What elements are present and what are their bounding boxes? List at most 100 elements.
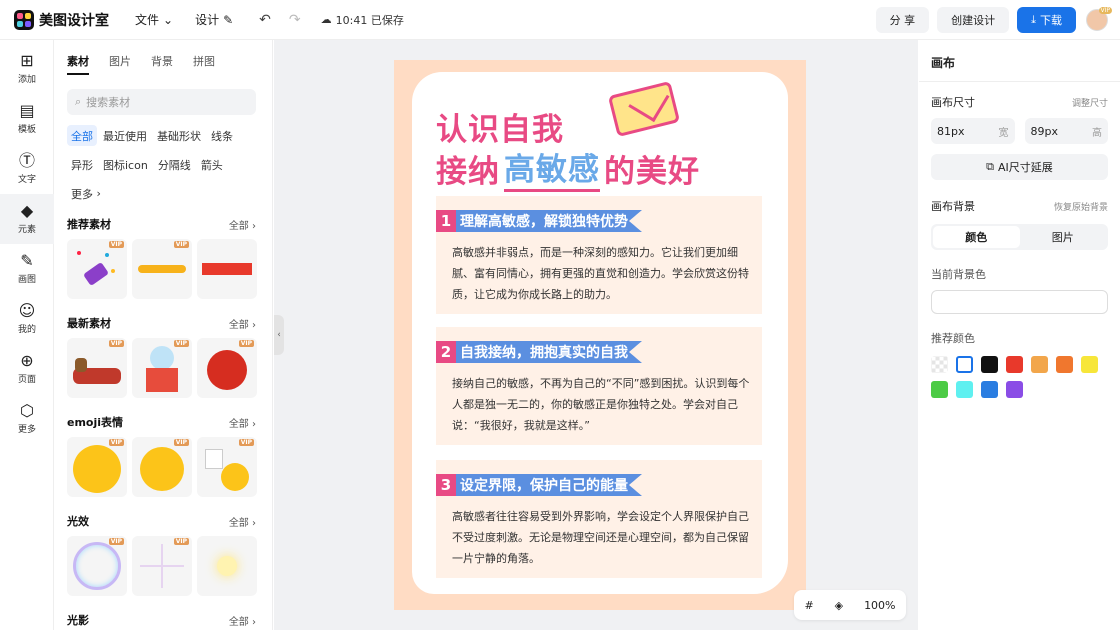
- artboard[interactable]: 认识自我 接纳 高敏感 的美好 1 理解高敏感，解锁独特优势 高敏感并非弱点，而…: [394, 60, 806, 610]
- current-bg-color-field[interactable]: [931, 290, 1108, 314]
- section-title: 光效: [67, 515, 89, 528]
- download-button[interactable]: ⤓ 下载: [1017, 7, 1076, 33]
- glow-thumb[interactable]: [197, 536, 257, 596]
- chip-all[interactable]: 全部: [67, 125, 97, 146]
- file-menu[interactable]: 文件 ⌄: [135, 11, 173, 28]
- collapse-panel-handle[interactable]: ‹: [274, 315, 284, 355]
- red-bar-thumb[interactable]: [197, 239, 257, 299]
- rail-label: 页面: [17, 375, 36, 385]
- section-heading: 2 自我接纳，拥抱真实的自我: [436, 341, 642, 363]
- undo-icon[interactable]: ↶: [259, 12, 271, 28]
- search-input[interactable]: ⌕ 搜索素材: [67, 89, 256, 115]
- color-swatch[interactable]: [1031, 356, 1048, 373]
- poster-title-line1[interactable]: 认识自我: [436, 104, 564, 149]
- avatar[interactable]: VIP: [1086, 7, 1112, 31]
- chip-lines[interactable]: 线条: [207, 125, 237, 146]
- color-swatch[interactable]: [1006, 381, 1023, 398]
- thinking-emoji-thumb[interactable]: VIP: [132, 437, 192, 497]
- app-logo[interactable]: 美图设计室: [14, 9, 109, 30]
- rail-draw[interactable]: ✎ 画图: [0, 244, 54, 294]
- color-swatch[interactable]: [931, 381, 948, 398]
- section-title: emoji表情: [67, 416, 124, 429]
- chip-recent[interactable]: 最近使用: [99, 125, 151, 146]
- snow-globe-gift-thumb[interactable]: VIP: [132, 338, 192, 398]
- tab-images[interactable]: 图片: [109, 53, 131, 75]
- chip-more[interactable]: 更多 ›: [67, 183, 105, 204]
- chip-irregular[interactable]: 异形: [67, 154, 97, 175]
- see-all-link[interactable]: 全部 ›: [229, 217, 256, 232]
- apple-thumb[interactable]: VIP: [197, 338, 257, 398]
- search-placeholder: 搜索素材: [86, 96, 131, 109]
- bubble-thumb[interactable]: VIP: [67, 536, 127, 596]
- sparkle-thumb[interactable]: VIP: [132, 536, 192, 596]
- width-unit: 宽: [998, 127, 1009, 139]
- vip-badge: VIP: [173, 340, 189, 347]
- color-swatch[interactable]: [981, 381, 998, 398]
- chevron-down-icon: ⌄: [163, 12, 174, 27]
- width-input[interactable]: 81px 宽: [931, 118, 1015, 144]
- section-title: 光影: [67, 614, 89, 627]
- create-design-button[interactable]: 创建设计: [937, 7, 1010, 33]
- shocked-emoji-thumb[interactable]: VIP: [67, 437, 127, 497]
- ai-extend-button[interactable]: ⧉ AI尺寸延展: [931, 154, 1108, 180]
- color-swatch[interactable]: [1081, 356, 1098, 373]
- color-swatch[interactable]: [931, 356, 948, 373]
- section-body: 高敏感并非弱点，而是一种深刻的感知力。它让我们更加细腻、富有同情心，拥有更强的直…: [452, 246, 749, 301]
- chip-dividers[interactable]: 分隔线: [154, 154, 195, 175]
- height-input[interactable]: 89px 高: [1024, 118, 1108, 144]
- design-menu[interactable]: 设计 ✎: [195, 11, 233, 28]
- rail-template[interactable]: ▤ 模板: [0, 94, 54, 144]
- vip-badge: VIP: [173, 241, 189, 248]
- share-button[interactable]: 分 享: [875, 7, 930, 33]
- color-swatch[interactable]: [956, 356, 973, 373]
- vip-badge: VIP: [238, 439, 254, 446]
- tab-materials[interactable]: 素材: [67, 53, 89, 75]
- color-swatch[interactable]: [956, 381, 973, 398]
- redo-icon[interactable]: ↷: [289, 12, 301, 28]
- rail-mine[interactable]: ☺ 我的: [0, 294, 54, 344]
- see-all-link[interactable]: 全部 ›: [229, 316, 256, 331]
- rail-label: 文字: [17, 175, 36, 185]
- rail-page[interactable]: ⊕ 页面: [0, 344, 54, 394]
- vip-badge: VIP: [108, 340, 124, 347]
- color-swatch[interactable]: [1006, 356, 1023, 373]
- poster-title-line2[interactable]: 接纳 高敏感 的美好: [436, 144, 700, 192]
- save-status: ☁ 10:41 已保存: [321, 12, 404, 28]
- tab-color[interactable]: 颜色: [933, 226, 1020, 248]
- grid-icon[interactable]: #: [804, 599, 813, 612]
- rail-add[interactable]: ⊞ 添加: [0, 44, 54, 94]
- chip-basic-shapes[interactable]: 基础形状: [153, 125, 205, 146]
- zoom-level[interactable]: 100%: [864, 599, 895, 612]
- rail-more[interactable]: ⬡ 更多: [0, 394, 54, 444]
- rail-text[interactable]: Ⓣ 文字: [0, 144, 54, 194]
- yellow-stroke-thumb[interactable]: VIP: [132, 239, 192, 299]
- rail-label: 元素: [17, 225, 36, 235]
- vip-badge: VIP: [108, 538, 124, 545]
- tab-image[interactable]: 图片: [1020, 226, 1107, 248]
- section-card-2[interactable]: 2 自我接纳，拥抱真实的自我 接纳自己的敏感，不再为自己的“不同”感到困扰。认识…: [436, 327, 762, 445]
- section-card-1[interactable]: 1 理解高敏感，解锁独特优势 高敏感并非弱点，而是一种深刻的感知力。它让我们更加…: [436, 196, 762, 314]
- light-thumbs: VIP VIP: [67, 536, 272, 596]
- see-all-link[interactable]: 全部 ›: [229, 613, 256, 628]
- color-swatch[interactable]: [981, 356, 998, 373]
- checklist-emoji-thumb[interactable]: VIP: [197, 437, 257, 497]
- size-inputs: 81px 宽 89px 高: [931, 118, 1108, 144]
- tab-backgrounds[interactable]: 背景: [151, 53, 173, 75]
- canvas-area[interactable]: ‹ 认识自我 接纳 高敏感 的美好 1 理解高敏感，解锁独特优势 高敏感并非弱点…: [274, 40, 918, 630]
- layers-icon[interactable]: ◈: [835, 599, 843, 612]
- tab-collage[interactable]: 拼图: [193, 53, 215, 75]
- restore-bg-link[interactable]: 恢复原始背景: [1054, 200, 1108, 213]
- color-swatch[interactable]: [1056, 356, 1073, 373]
- rail-elements[interactable]: ◆ 元素: [0, 194, 54, 244]
- party-popper-thumb[interactable]: VIP: [67, 239, 127, 299]
- see-all-link[interactable]: 全部 ›: [229, 514, 256, 529]
- rail-label: 添加: [17, 75, 36, 85]
- section-card-3[interactable]: 3 设定界限，保护自己的能量 高敏感者往往容易受到外界影响，学会设定个人界限保护…: [436, 460, 762, 578]
- chevron-left-icon: ‹: [277, 330, 281, 340]
- title-part-a: 接纳: [436, 153, 500, 190]
- chip-arrows[interactable]: 箭头: [197, 154, 227, 175]
- adjust-size-link[interactable]: 调整尺寸: [1072, 96, 1108, 109]
- sleigh-thumb[interactable]: VIP: [67, 338, 127, 398]
- see-all-link[interactable]: 全部 ›: [229, 415, 256, 430]
- chip-icons[interactable]: 图标icon: [99, 154, 152, 175]
